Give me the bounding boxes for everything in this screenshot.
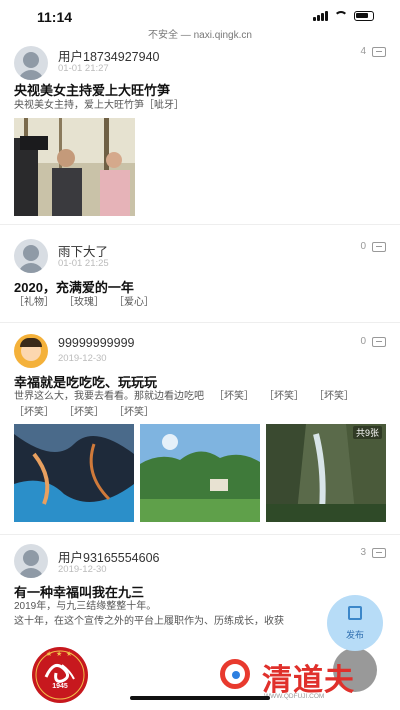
comment-icon <box>372 46 386 57</box>
divider <box>0 534 400 535</box>
emoji-tag: ［坏笑］ <box>214 391 254 402</box>
comment-count: 0 <box>360 241 366 252</box>
avatar[interactable] <box>14 544 48 578</box>
signal-icon <box>313 11 328 21</box>
post-image[interactable] <box>140 424 260 522</box>
comment-icon <box>372 336 386 347</box>
comment-counter[interactable]: 4 <box>360 46 386 57</box>
comment-count: 0 <box>360 336 366 347</box>
post-text-body: 世界这么大，我要去看看。那就边看边吃吧 <box>14 391 204 402</box>
organization-logo: ★ ★ ★ 1945 <box>32 647 88 703</box>
emoji-tag: ［坏笑］ <box>264 391 304 402</box>
watermark-url: WWW.QDFUJI.COM <box>264 693 325 700</box>
publish-button[interactable]: 发布 <box>327 595 383 651</box>
comment-icon <box>372 547 386 558</box>
watermark-q-icon <box>220 659 250 689</box>
post-title[interactable]: 央视美女主持爱上大旺竹笋 <box>14 80 170 99</box>
edit-icon <box>348 606 362 620</box>
post-text: 央视美女主持，爱上大旺竹笋［呲牙］ <box>14 100 184 111</box>
comment-icon <box>372 241 386 252</box>
image-count-badge: 共9张 <box>352 426 382 439</box>
emoji-tag: ［爱心］ <box>114 297 154 308</box>
divider <box>0 322 400 323</box>
post-text: 这十年，在这个宣传之外的平台上履职作为、历练成长，收获 <box>14 616 284 627</box>
post-username[interactable]: 99999999999 <box>58 336 134 350</box>
publish-label: 发布 <box>345 630 364 640</box>
post-text: 2019年，与九三结缘整整十年。 <box>14 601 157 612</box>
comment-counter[interactable]: 3 <box>360 547 386 558</box>
post-date: 01-01 21:25 <box>58 258 109 269</box>
post-card[interactable]: 雨下大了 01-01 21:25 0 2020，充满爱的一年 ［礼物］ ［玫瑰］… <box>14 239 386 314</box>
avatar[interactable] <box>14 334 48 368</box>
comment-count: 4 <box>360 46 366 57</box>
battery-icon <box>354 11 374 21</box>
emoji-tag: ［坏笑］ <box>64 407 104 418</box>
wifi-icon <box>334 11 348 21</box>
emoji-tag: ［坏笑］ <box>14 407 54 418</box>
post-text: 世界这么大，我要去看看。那就边看边吃吧 ［坏笑］ ［坏笑］ ［坏笑］ ［坏笑］ … <box>14 389 386 421</box>
avatar[interactable] <box>14 239 48 273</box>
status-time: 11:14 <box>37 9 73 25</box>
post-date: 2019-12-30 <box>58 564 107 575</box>
emoji-tag: ［玫瑰］ <box>64 297 104 308</box>
post-card[interactable]: 用户18734927940 01-01 21:27 4 央视美女主持爱上大旺竹笋… <box>14 44 386 219</box>
post-image[interactable]: 共9张 <box>266 424 386 522</box>
avatar[interactable] <box>14 46 48 80</box>
comment-count: 3 <box>360 547 366 558</box>
divider <box>0 224 400 225</box>
comment-counter[interactable]: 0 <box>360 241 386 252</box>
status-bar: 11:14 <box>0 0 400 26</box>
post-image[interactable] <box>14 118 135 216</box>
comment-counter[interactable]: 0 <box>360 336 386 347</box>
post-title[interactable]: 2020，充满爱的一年 <box>14 277 134 296</box>
post-card[interactable]: 99999999999 2019-12-30 0 幸福就是吃吃吃、玩玩玩 世界这… <box>14 334 386 539</box>
emoji-tag: ［礼物］ <box>14 297 54 308</box>
emoji-tag: ［坏笑］ <box>114 407 154 418</box>
system-icons <box>313 11 374 21</box>
emoji-tag: ［坏笑］ <box>314 391 354 402</box>
post-image[interactable] <box>14 424 134 522</box>
logo-year: 1945 <box>52 683 68 690</box>
home-indicator[interactable] <box>130 696 270 700</box>
address-bar[interactable]: 不安全 — naxi.qingk.cn <box>0 26 400 44</box>
post-date: 2019-12-30 <box>58 353 107 364</box>
post-date: 01-01 21:27 <box>58 63 109 74</box>
post-tags: ［礼物］ ［玫瑰］ ［爱心］ <box>14 295 154 311</box>
